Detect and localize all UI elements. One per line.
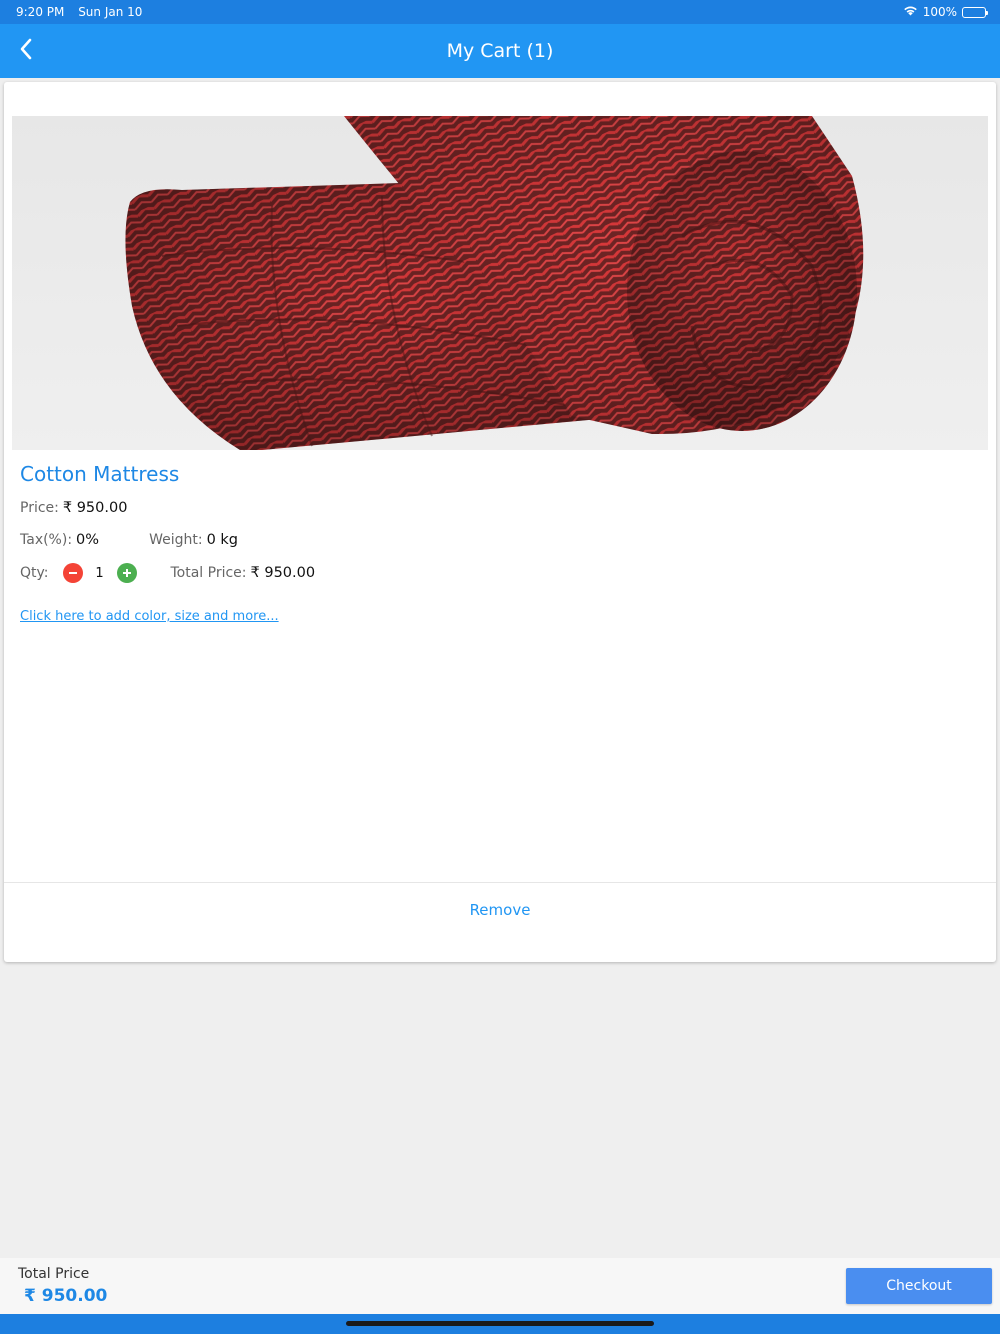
product-name[interactable]: Cotton Mattress xyxy=(20,462,179,486)
nav-bar: My Cart (1) xyxy=(0,24,1000,78)
qty-label: Qty: xyxy=(20,565,49,581)
tax-label: Tax(%): xyxy=(20,532,73,548)
price-label: Price: xyxy=(20,500,59,516)
status-right: 100% xyxy=(903,0,988,24)
quantity-value: 1 xyxy=(95,565,104,581)
footer-total-label: Total Price xyxy=(18,1266,90,1282)
home-bar xyxy=(0,1314,1000,1334)
wifi-icon xyxy=(903,0,918,24)
product-image[interactable] xyxy=(12,116,988,450)
battery-percent: 100% xyxy=(922,5,957,19)
minus-icon xyxy=(68,572,77,574)
increase-quantity-button[interactable] xyxy=(116,563,137,583)
plus-icon xyxy=(122,569,131,577)
add-options-link[interactable]: Click here to add color, size and more..… xyxy=(20,609,279,624)
home-indicator[interactable] xyxy=(346,1321,654,1326)
status-time: 9:20 PM xyxy=(16,5,65,19)
weight-label: Weight: xyxy=(149,532,203,548)
status-left: 9:20 PM Sun Jan 10 xyxy=(16,0,142,24)
footer-total-value: ₹ 950.00 xyxy=(24,1286,108,1306)
checkout-button[interactable]: Checkout xyxy=(846,1268,992,1304)
remove-button[interactable]: Remove xyxy=(4,883,996,937)
price-value: ₹ 950.00 xyxy=(62,500,128,516)
status-bar: 9:20 PM Sun Jan 10 100% xyxy=(0,0,1000,24)
cart-footer: Total Price ₹ 950.00 Checkout xyxy=(0,1258,1000,1314)
weight-value: 0 kg xyxy=(206,532,238,548)
tax-weight-row: Tax(%): 0% Weight: 0 kg xyxy=(20,528,238,552)
status-date: Sun Jan 10 xyxy=(78,5,143,19)
tax-value: 0% xyxy=(76,532,100,548)
page-title: My Cart (1) xyxy=(446,40,554,62)
price-row: Price: ₹ 950.00 xyxy=(20,496,127,520)
total-price-label: Total Price: xyxy=(170,565,247,581)
quantity-row: Qty: 1 Total Price: ₹ 950.00 xyxy=(20,561,315,585)
battery-icon xyxy=(962,6,988,18)
decrease-quantity-button[interactable] xyxy=(62,563,83,583)
cart-item-card: Cotton Mattress Price: ₹ 950.00 Tax(%): … xyxy=(4,82,996,962)
total-price-value: ₹ 950.00 xyxy=(250,565,316,581)
